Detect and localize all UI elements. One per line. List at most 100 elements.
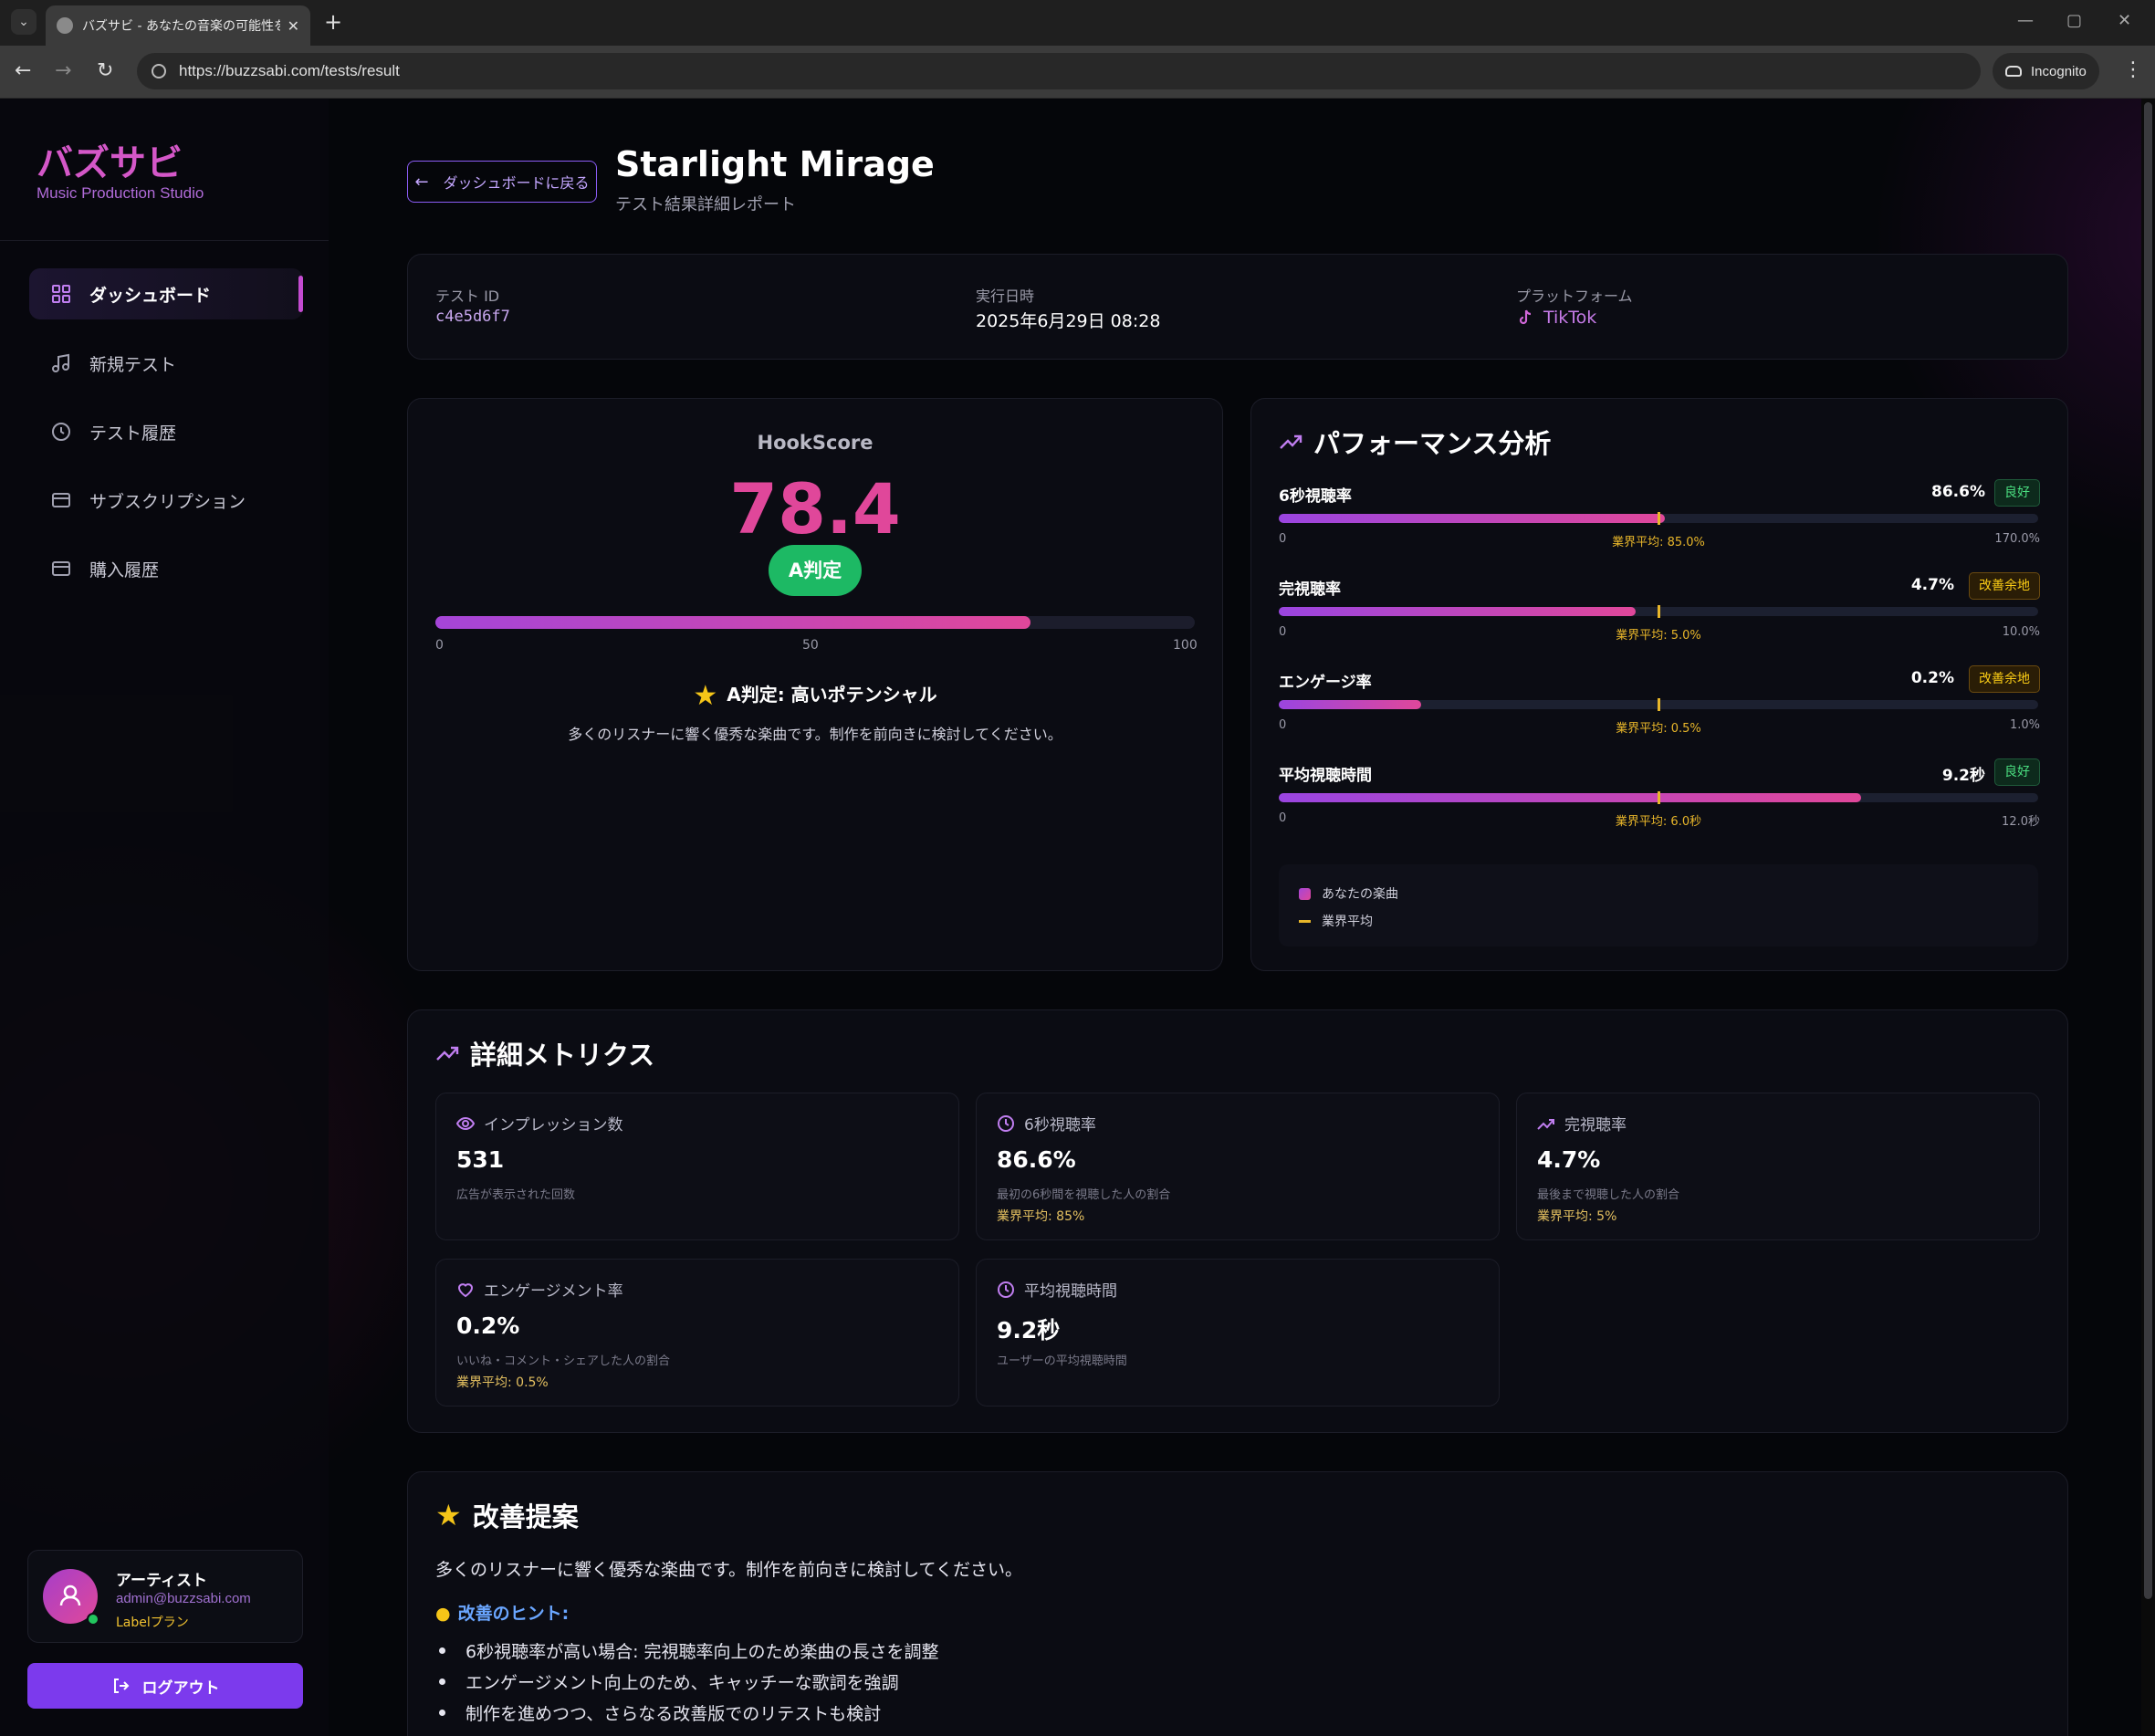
reload-icon[interactable]: ↻ [97, 58, 113, 84]
page-title: Starlight Mirage [615, 144, 935, 184]
platform-name: TikTok [1543, 308, 1597, 328]
metric-value: 4.7% [1910, 576, 1954, 594]
sidebar-item-purchase-history[interactable]: 購入履歴 [29, 543, 303, 594]
metric-bar-fill [1279, 607, 1637, 616]
clock-icon [998, 1114, 1014, 1132]
hint-title-text: 改善のヒント: [457, 1604, 570, 1624]
sidebar-item-label: 購入履歴 [89, 559, 160, 580]
metric-axis-min: 0 [1279, 532, 1287, 546]
metric-axis-max: 170.0% [1994, 532, 2040, 546]
browser-menu-icon[interactable]: ⋮ [2123, 58, 2143, 81]
metric-card-value: 9.2秒 [997, 1317, 1061, 1344]
metric-card-completion-rate: 完視聴率 4.7% 最後まで視聴した人の割合 業界平均: 5% [1516, 1093, 2040, 1240]
metric-axis-max: 12.0秒 [2002, 815, 2040, 829]
metric-card-value: 0.2% [456, 1312, 520, 1339]
metric-card-header: インプレッション数 [456, 1112, 623, 1135]
test-id-label: テスト ID [435, 288, 500, 305]
detail-metrics-card: 詳細メトリクス インプレッション数 531 広告が表示された回数 6秒視聴率 8… [407, 1009, 2068, 1433]
hint-text: 制作を進めつつ、さらなる改善版でのリテストも検討 [466, 1703, 882, 1724]
metric-card-value: 531 [456, 1146, 505, 1173]
performance-title: パフォーマンス分析 [1279, 423, 1551, 461]
online-status-dot [87, 1613, 99, 1626]
average-marker [1658, 605, 1660, 618]
maximize-icon[interactable]: ▢ [2066, 11, 2082, 30]
tiktok-icon [1519, 309, 1532, 325]
browser-tabbar: ⌄ バズサビ - あなたの音楽の可能性を ✕ + — ▢ ✕ [0, 0, 2155, 46]
average-marker [1658, 512, 1660, 525]
sidebar-item-label: 新規テスト [89, 354, 177, 375]
sidebar-item-subscription[interactable]: サブスクリプション [29, 475, 303, 526]
hookscore-value: 78.4 [729, 468, 901, 549]
sidebar-item-new-test[interactable]: 新規テスト [29, 338, 303, 389]
metric-card-value: 4.7% [1537, 1146, 1601, 1173]
card-icon [52, 493, 70, 507]
metric-name: エンゲージ率 [1279, 674, 1372, 692]
lightbulb-icon: ● [435, 1604, 451, 1624]
metric-card-header: エンゲージメント率 [456, 1278, 623, 1301]
incognito-label: Incognito [2031, 63, 2087, 79]
performance-card: パフォーマンス分析 6秒視聴率 86.6% 良好 0 業界平均: 85.0% 170.0%… [1250, 398, 2068, 971]
back-arrow-icon[interactable]: ← [15, 58, 31, 84]
metric-card-6s-view-rate: 6秒視聴率 86.6% 最初の6秒間を視聴した人の割合 業界平均: 85% [976, 1093, 1500, 1240]
metric-card-header: 6秒視聴率 [997, 1112, 1096, 1135]
metric-card-description: 最後まで視聴した人の割合 [1537, 1188, 1680, 1202]
browser-tab[interactable]: バズサビ - あなたの音楽の可能性を ✕ [46, 5, 310, 46]
logout-button[interactable]: ログアウト [27, 1663, 303, 1709]
metric-card-impressions: インプレッション数 531 広告が表示された回数 [435, 1093, 959, 1240]
metric-card-description: ユーザーの平均視聴時間 [997, 1354, 1127, 1368]
card-icon [52, 561, 70, 576]
metric-value: 86.6% [1931, 483, 1985, 501]
hookscore-progress-track [435, 616, 1195, 629]
legend-swatch [1299, 919, 1311, 923]
back-to-dashboard-button[interactable]: ← ダッシュボードに戻る [407, 161, 597, 203]
sidebar-item-label: ダッシュボード [89, 285, 212, 306]
metric-bar-track [1279, 605, 2038, 618]
tab-search-button[interactable]: ⌄ [11, 9, 37, 35]
sidebar-item-test-history[interactable]: テスト履歴 [29, 406, 303, 457]
trend-up-icon [1280, 434, 1302, 449]
metric-card-label: 平均視聴時間 [1024, 1282, 1117, 1301]
metric-axis-max: 10.0% [2002, 625, 2040, 639]
close-icon[interactable]: ✕ [288, 17, 299, 35]
site-info-icon[interactable] [152, 64, 166, 78]
hint-text: エンゲージメント向上のため、キャッチーな歌詞を強調 [466, 1672, 899, 1693]
metric-card-avg-watch-time: 平均視聴時間 9.2秒 ユーザーの平均視聴時間 [976, 1259, 1500, 1407]
new-tab-button[interactable]: + [324, 9, 342, 35]
star-icon: ★ [435, 1498, 462, 1532]
hookscore-description: 多くのリスナーに響く優秀な楽曲です。制作を前向きに検討してください。 [568, 726, 1062, 743]
metric-average-text: 業界平均: 0.5% [1616, 722, 1701, 736]
metric-card-header: 平均視聴時間 [997, 1278, 1117, 1301]
hookscore-card: HookScore 78.4 A判定 0 50 100 ★ A判定: 高いポテンシ… [407, 398, 1223, 971]
metric-average-text: 業界平均: 85.0% [1612, 536, 1705, 549]
user-card[interactable]: アーティスト admin@buzzsabi.com Labelプラン [27, 1550, 303, 1643]
minimize-icon[interactable]: — [2017, 11, 2034, 30]
metric-name: 完視聴率 [1279, 580, 1341, 599]
incognito-badge[interactable]: Incognito [1993, 53, 2099, 89]
scrollbar-thumb[interactable] [2144, 102, 2152, 1599]
arrow-left-icon: ← [414, 172, 429, 192]
metric-card-value: 86.6% [997, 1146, 1076, 1173]
metric-bar-track [1279, 791, 2038, 804]
status-badge: 良好 [1994, 479, 2040, 507]
logout-icon [113, 1678, 129, 1693]
divider [0, 240, 329, 241]
user-name: アーティスト [116, 1572, 207, 1590]
incognito-icon [2005, 66, 2022, 77]
window-close-icon[interactable]: ✕ [2118, 11, 2131, 30]
metric-bar-fill [1279, 793, 1862, 802]
metric-card-label: インプレッション数 [484, 1116, 623, 1135]
grid-icon [52, 285, 70, 303]
list-item: 制作を進めつつ、さらなる改善版でのリテストも検討 [435, 1697, 939, 1728]
url-field[interactable]: https://buzzsabi.com/tests/result [137, 53, 1981, 89]
hookscore-tick: 100 [1173, 638, 1198, 653]
forward-arrow-icon[interactable]: → [55, 58, 71, 84]
address-bar: ← → ↻ https://buzzsabi.com/tests/result … [0, 46, 2155, 99]
metric-value: 0.2% [1910, 669, 1954, 687]
metric-axis-max: 1.0% [2009, 718, 2040, 732]
grade-badge: A判定 [769, 545, 862, 596]
sidebar-item-dashboard[interactable]: ダッシュボード [29, 268, 303, 319]
detail-metrics-title: 詳細メトリクス [435, 1034, 654, 1072]
metric-card-label: 完視聴率 [1564, 1116, 1627, 1135]
brand-logo[interactable]: バズサビ [37, 133, 183, 186]
metric-card-description: いいね・コメント・シェアした人の割合 [456, 1354, 671, 1368]
